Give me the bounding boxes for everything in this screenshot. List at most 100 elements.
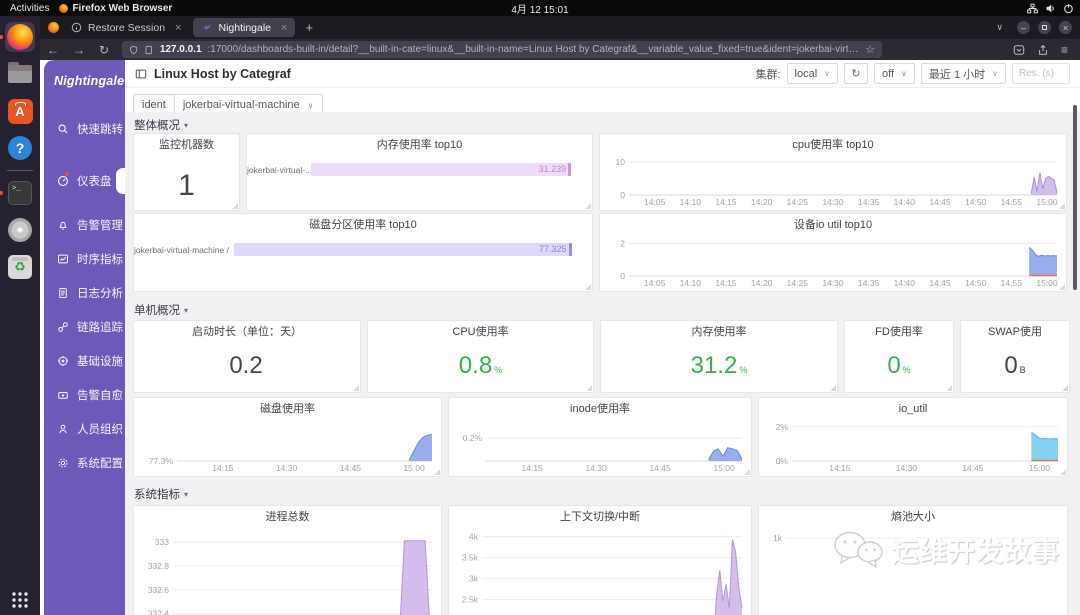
collapse-sidebar-icon[interactable]: [135, 68, 147, 80]
dock-help[interactable]: ?: [5, 133, 35, 163]
svg-text:14:35: 14:35: [858, 197, 880, 207]
panel-resize-handle[interactable]: [585, 203, 591, 209]
clock[interactable]: 4月 12 15:01: [511, 0, 568, 16]
panel-context-switches[interactable]: 上下文切换/中断 4k 3.5k 3k 2.5k: [448, 505, 752, 615]
panel-resize-handle[interactable]: [585, 284, 591, 290]
sidebar-item-tracing[interactable]: 链路追踪: [44, 316, 125, 338]
cpu-top10-chart[interactable]: 10 0 14:05 14:10 14:15 14:20 14:25 14:30 14:35 14…: [603, 155, 1063, 208]
focused-app-menu[interactable]: Firefox Web Browser: [59, 3, 172, 14]
time-range-select[interactable]: 最近 1 小时 ∨: [920, 63, 1006, 84]
new-tab-button[interactable]: +: [305, 20, 313, 35]
panel-disk-usage-chart[interactable]: 磁盘使用率 77.3% 14:15 14:30 14:45 15:00: [133, 397, 442, 477]
panel-resize-handle[interactable]: [1060, 469, 1066, 475]
panel-resize-handle[interactable]: [586, 385, 592, 391]
sidebar-item-quick-jump[interactable]: 快速跳转: [44, 118, 125, 140]
dock-ubuntu-software[interactable]: A: [5, 96, 35, 126]
svg-text:14:10: 14:10: [680, 197, 702, 207]
panel-resize-handle[interactable]: [946, 385, 952, 391]
panel-mem-usage[interactable]: 内存使用率 31.2%: [600, 320, 838, 393]
panel-devio-top10[interactable]: 设备io util top10 2 0 14:05 14:10 14:15 14:20 14…: [599, 213, 1067, 292]
svg-text:14:30: 14:30: [896, 463, 918, 473]
panel-cpu-top10[interactable]: cpu使用率 top10 10 0 14:05 14:10 14:15 14:20 14:2…: [599, 133, 1067, 211]
share-icon[interactable]: [1037, 44, 1049, 56]
dock-app-grid[interactable]: [5, 585, 35, 615]
panel-uptime[interactable]: 启动时长（单位：天） 0.2: [133, 320, 361, 393]
panel-cpu-usage[interactable]: CPU使用率 0.8%: [367, 320, 594, 393]
panel-inode-usage[interactable]: inode使用率 0.2% 14:15 14:30 14:45 15:00: [448, 397, 752, 477]
context-switch-chart[interactable]: 4k 3.5k 3k 2.5k: [452, 527, 748, 615]
sidebar-item-logs[interactable]: 日志分析: [44, 282, 125, 304]
panel-resize-handle[interactable]: [353, 385, 359, 391]
list-tabs-icon[interactable]: ∨: [996, 22, 1003, 33]
io-util-chart[interactable]: 2% 0% 14:15 14:30 14:45 15:00: [762, 419, 1064, 474]
sidebar-item-dashboard[interactable]: 仪表盘: [44, 168, 125, 194]
panel-resize-handle[interactable]: [744, 469, 750, 475]
tab-close-icon[interactable]: ×: [175, 22, 181, 34]
dock-trash[interactable]: ♻: [5, 252, 35, 282]
entropy-pool-chart[interactable]: 1k: [762, 527, 1064, 615]
dock-files[interactable]: [5, 59, 35, 89]
system-status-icons[interactable]: [1027, 0, 1074, 16]
panel-entropy-pool[interactable]: 熵池大小 1k: [758, 505, 1068, 615]
panel-process-count[interactable]: 进程总数 333 332.8 332.6 332.4: [133, 505, 442, 615]
pocket-icon[interactable]: [1013, 44, 1025, 56]
forward-icon[interactable]: →: [73, 43, 85, 57]
top10-bar-row[interactable]: jokerbai-virtual-machine / 77.325: [134, 243, 592, 256]
dock-cd[interactable]: [5, 215, 35, 245]
refresh-interval-select[interactable]: off ∨: [874, 63, 915, 84]
page-info-icon[interactable]: [144, 45, 153, 55]
panel-resize-handle[interactable]: [1059, 284, 1065, 290]
cluster-select[interactable]: local ∨: [786, 63, 839, 84]
panel-machine-count[interactable]: 监控机器数 1: [133, 133, 240, 211]
minimize-button[interactable]: –: [1017, 21, 1030, 34]
panel-io-util[interactable]: io_util 2% 0% 14:15 14:30 14:45 15:00: [758, 397, 1068, 477]
panel-disk-top10[interactable]: 磁盘分区使用率 top10 jokerbai-virtual-machine /…: [133, 213, 593, 292]
panel-fd-usage[interactable]: FD使用率 0%: [844, 320, 954, 393]
url-bar[interactable]: 127.0.0.1:17000/dashboards-built-in/deta…: [122, 41, 883, 58]
panel-swap-usage[interactable]: SWAP使用 0B: [960, 320, 1070, 393]
dock-firefox[interactable]: [0, 22, 35, 52]
sidebar-item-settings[interactable]: 系统配置: [44, 452, 125, 474]
tab-close-icon[interactable]: ×: [281, 22, 287, 34]
sidebar-item-metrics[interactable]: 时序指标: [44, 248, 125, 270]
activities-button[interactable]: Activities: [0, 3, 59, 14]
section-single-host[interactable]: 单机概况 ▾: [134, 302, 188, 318]
section-system-metrics[interactable]: 系统指标 ▾: [134, 486, 188, 502]
panel-resize-handle[interactable]: [1062, 385, 1068, 391]
panel-resize-handle[interactable]: [1059, 203, 1065, 209]
sidebar-item-self-healing[interactable]: 告警自愈: [44, 384, 125, 406]
dock-terminal[interactable]: >_: [0, 178, 35, 208]
svg-text:2: 2: [620, 238, 625, 248]
maximize-button[interactable]: [1038, 21, 1051, 34]
nightingale-logo[interactable]: Nightingale: [44, 60, 125, 88]
process-count-chart[interactable]: 333 332.8 332.6 332.4: [137, 527, 438, 615]
panel-mem-top10[interactable]: 内存使用率 top10 jokerbai-virtual-... 31.239: [246, 133, 593, 211]
sidebar-item-people[interactable]: 人员组织: [44, 418, 125, 440]
disk-usage-chart[interactable]: 77.3% 14:15 14:30 14:45 15:00: [137, 419, 438, 474]
tab-restore-session[interactable]: Restore Session ×: [63, 18, 189, 37]
bookmark-star-icon[interactable]: ☆: [865, 43, 875, 56]
top10-bar-row[interactable]: jokerbai-virtual-... 31.239: [247, 163, 592, 176]
reload-icon[interactable]: ↻: [99, 43, 109, 57]
panel-resize-handle[interactable]: [830, 385, 836, 391]
svg-text:14:45: 14:45: [929, 278, 951, 288]
refresh-button[interactable]: ↻: [844, 63, 869, 84]
tab-nightingale[interactable]: Nightingale ×: [193, 18, 296, 37]
svg-text:0%: 0%: [776, 456, 789, 466]
back-icon[interactable]: ←: [47, 43, 59, 57]
close-button[interactable]: ×: [1059, 21, 1072, 34]
inode-usage-chart[interactable]: 0.2% 14:15 14:30 14:45 15:00: [452, 419, 748, 474]
firefox-view-button[interactable]: [48, 22, 59, 33]
stat-value: 0B: [1004, 352, 1026, 380]
scrollbar[interactable]: [1073, 105, 1077, 290]
resolution-input[interactable]: [1012, 63, 1070, 84]
menu-hamburger-icon[interactable]: ≡: [1061, 43, 1068, 57]
panel-resize-handle[interactable]: [434, 469, 440, 475]
panel-resize-handle[interactable]: [232, 203, 238, 209]
section-overview[interactable]: 整体概况 ▾: [134, 117, 188, 133]
ubuntu-software-icon: A: [7, 98, 33, 124]
shield-icon[interactable]: [129, 45, 138, 55]
sidebar-item-infrastructure[interactable]: 基础设施: [44, 350, 125, 372]
sidebar-item-alert-mgmt[interactable]: 告警管理: [44, 214, 125, 236]
devio-top10-chart[interactable]: 2 0 14:05 14:10 14:15 14:20 14:25 14:30 14:35 14:…: [603, 235, 1063, 289]
